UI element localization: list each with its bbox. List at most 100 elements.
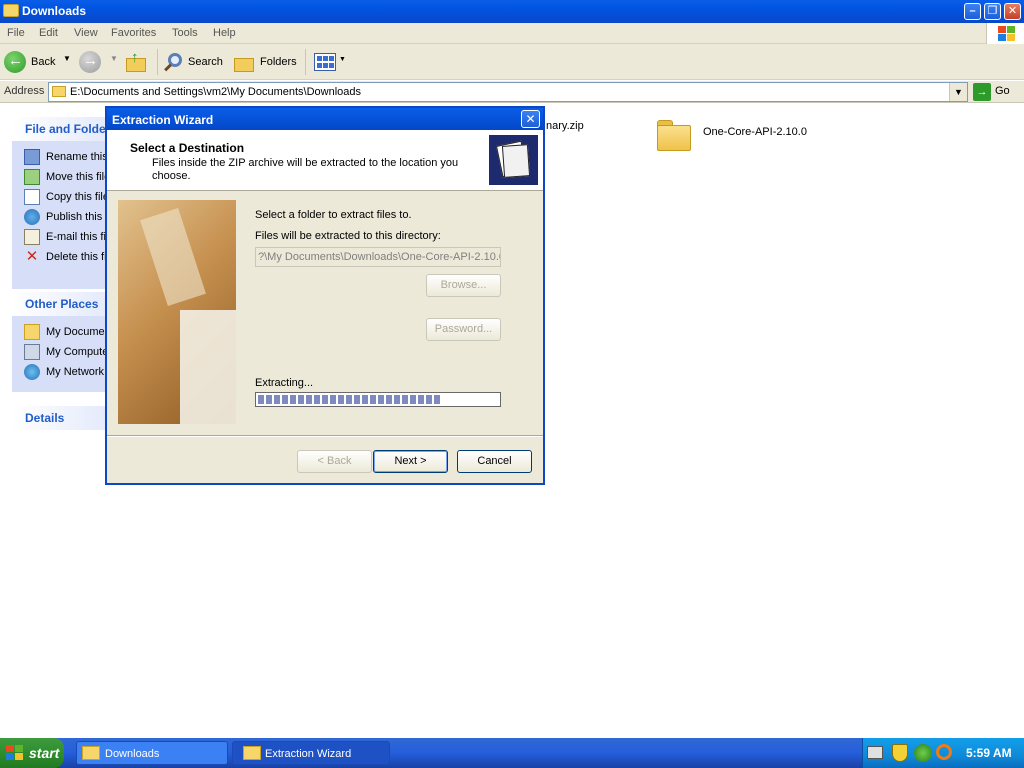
- windows-logo-icon: [986, 23, 1024, 44]
- folders-label[interactable]: Folders: [260, 56, 297, 68]
- extracting-label: Extracting...: [255, 377, 314, 389]
- directory-label: Files will be extracted to this director…: [255, 230, 441, 242]
- dialog-header: Select a Destination Files inside the ZI…: [107, 130, 543, 191]
- select-folder-label: Select a folder to extract files to.: [255, 209, 412, 221]
- close-button[interactable]: ✕: [1004, 3, 1021, 20]
- directory-input[interactable]: ?\My Documents\Downloads\One-Core-API-2.…: [255, 247, 501, 267]
- folder-name: One-Core-API-2.10.0: [703, 126, 807, 138]
- up-folder-icon[interactable]: ↑: [126, 49, 146, 72]
- progress-block: [426, 395, 432, 404]
- back-arrow-icon[interactable]: ←: [4, 51, 26, 73]
- progress-block: [354, 395, 360, 404]
- menu-bar: File Edit View Favorites Tools Help: [0, 23, 1024, 44]
- forward-dropdown-icon[interactable]: ▼: [110, 54, 118, 63]
- progress-block: [346, 395, 352, 404]
- menu-tools[interactable]: Tools: [172, 27, 198, 39]
- folder-icon: [82, 746, 100, 760]
- dialog-title-bar[interactable]: Extraction Wizard ✕: [107, 108, 543, 130]
- progress-block: [330, 395, 336, 404]
- delete-x-icon: ✕: [25, 248, 39, 265]
- system-tray: 5:59 AM: [862, 738, 1024, 768]
- dialog-title: Extraction Wizard: [112, 113, 214, 127]
- taskbar: start Downloads Extraction Wizard 5:59 A…: [0, 738, 1024, 768]
- address-input[interactable]: E:\Documents and Settings\vm2\My Documen…: [48, 82, 968, 102]
- progress-block: [290, 395, 296, 404]
- taskbar-extraction-wizard[interactable]: Extraction Wizard: [232, 741, 390, 765]
- folder-item[interactable]: One-Core-API-2.10.0: [655, 114, 855, 154]
- folder-icon: [3, 4, 19, 17]
- minimize-button[interactable]: –: [964, 3, 981, 20]
- dialog-close-button[interactable]: ✕: [521, 110, 540, 128]
- menu-view[interactable]: View: [74, 27, 98, 39]
- toolbar: ← Back ▼ → ▼ ↑ Search Folders ▼: [0, 44, 1024, 80]
- folder-icon: [243, 746, 261, 760]
- window-title-bar[interactable]: Downloads – ❐ ✕: [0, 0, 1024, 23]
- wizard-side-image: [118, 200, 236, 424]
- menu-file[interactable]: File: [7, 27, 25, 39]
- go-label[interactable]: Go: [995, 85, 1010, 97]
- windows-flag-icon: [6, 745, 24, 761]
- header-description: Files inside the ZIP archive will be ext…: [152, 157, 459, 182]
- next-button[interactable]: Next >: [373, 450, 448, 473]
- menu-help[interactable]: Help: [213, 27, 236, 39]
- extraction-wizard-dialog: Extraction Wizard ✕ Select a Destination…: [105, 106, 545, 485]
- window-title: Downloads: [22, 4, 87, 18]
- address-bar: Address E:\Documents and Settings\vm2\My…: [0, 81, 1024, 103]
- progress-block: [378, 395, 384, 404]
- progress-block: [370, 395, 376, 404]
- address-label: Address: [4, 85, 45, 97]
- address-value: E:\Documents and Settings\vm2\My Documen…: [70, 86, 362, 98]
- email-icon: [24, 229, 40, 245]
- network-status-icon[interactable]: [914, 744, 932, 762]
- progress-block: [266, 395, 272, 404]
- folder-icon: [655, 116, 693, 151]
- progress-block: [394, 395, 400, 404]
- back-dropdown-icon[interactable]: ▼: [63, 54, 71, 63]
- search-label[interactable]: Search: [188, 56, 223, 68]
- menu-favorites[interactable]: Favorites: [111, 27, 156, 39]
- search-tray-icon[interactable]: [936, 744, 952, 760]
- progress-block: [386, 395, 392, 404]
- start-button[interactable]: start: [0, 738, 64, 768]
- restore-button[interactable]: ❐: [984, 3, 1001, 20]
- forward-arrow-icon[interactable]: →: [79, 51, 101, 73]
- keyboard-icon[interactable]: [867, 746, 883, 759]
- my-computer-icon: [24, 344, 40, 360]
- progress-block: [434, 395, 440, 404]
- views-icon[interactable]: [314, 53, 336, 71]
- rename-icon: [24, 149, 40, 165]
- file-name: nary.zip: [546, 120, 584, 132]
- menu-edit[interactable]: Edit: [39, 27, 58, 39]
- globe-icon: [24, 209, 40, 225]
- extraction-progress-bar: [255, 392, 501, 407]
- progress-block: [306, 395, 312, 404]
- copy-icon: [24, 189, 40, 205]
- progress-block: [282, 395, 288, 404]
- progress-block: [362, 395, 368, 404]
- browse-button[interactable]: Browse...: [426, 274, 501, 297]
- back-label[interactable]: Back: [31, 56, 55, 68]
- back-button[interactable]: < Back: [297, 450, 372, 473]
- search-icon[interactable]: [163, 52, 185, 74]
- password-button[interactable]: Password...: [426, 318, 501, 341]
- taskbar-downloads[interactable]: Downloads: [76, 741, 228, 765]
- views-dropdown-icon[interactable]: ▼: [339, 56, 346, 63]
- go-arrow-icon[interactable]: →: [973, 83, 991, 101]
- start-label: start: [29, 745, 60, 761]
- network-icon: [24, 364, 40, 380]
- progress-block: [322, 395, 328, 404]
- progress-block: [274, 395, 280, 404]
- move-icon: [24, 169, 40, 185]
- my-documents-icon: [24, 324, 40, 340]
- zip-folder-icon: [489, 135, 538, 185]
- security-shield-icon[interactable]: [892, 744, 908, 762]
- progress-block: [418, 395, 424, 404]
- clock[interactable]: 5:59 AM: [966, 746, 1012, 760]
- header-title: Select a Destination: [130, 141, 245, 155]
- progress-block: [410, 395, 416, 404]
- folders-icon[interactable]: [234, 54, 256, 72]
- cancel-button[interactable]: Cancel: [457, 450, 532, 473]
- address-dropdown-icon[interactable]: ▼: [949, 83, 967, 101]
- progress-block: [338, 395, 344, 404]
- progress-block: [298, 395, 304, 404]
